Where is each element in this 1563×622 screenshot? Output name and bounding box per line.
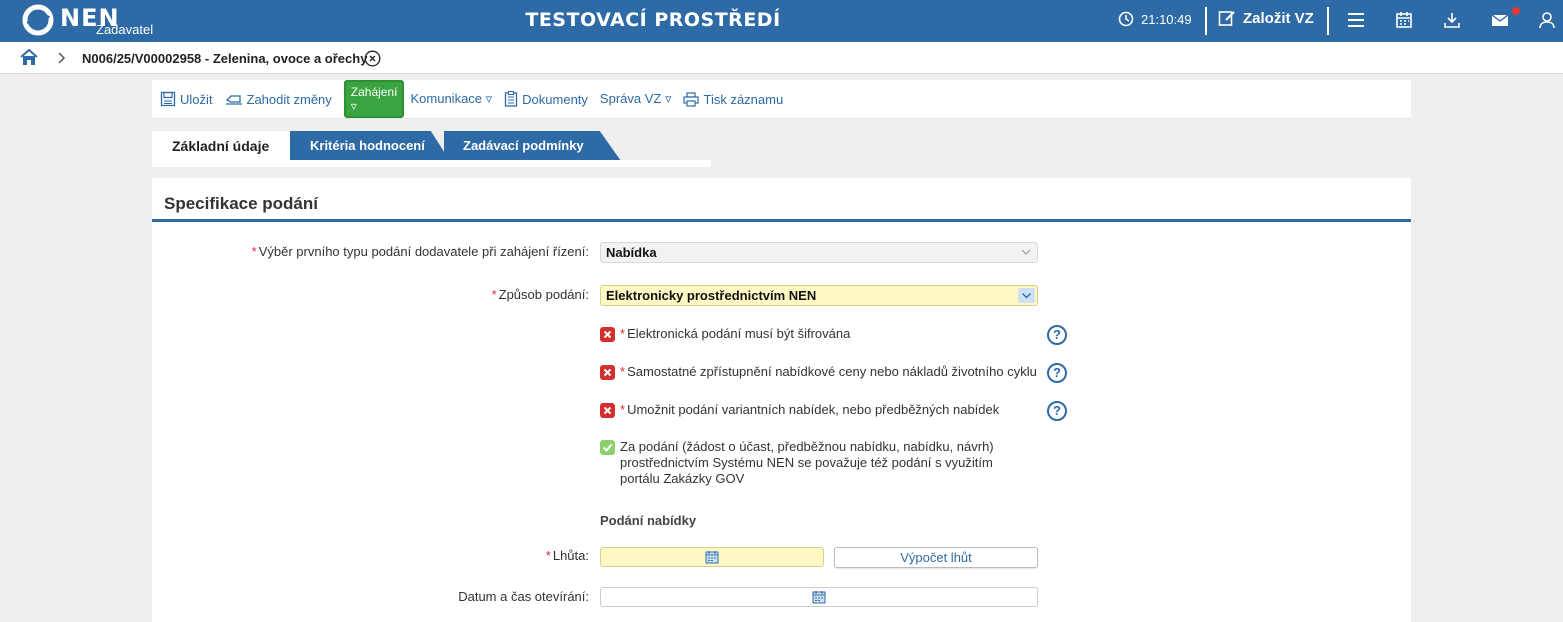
download-icon[interactable] [1443, 11, 1461, 29]
calendar-icon[interactable] [1395, 11, 1413, 29]
print-record-button[interactable]: Tisk záznamu [683, 92, 789, 107]
method-label-text: Způsob podání: [498, 287, 589, 302]
encrypted-submission-checkbox[interactable]: * Elektronická podání musí být šifrována [600, 326, 850, 342]
calculate-deadlines-button[interactable]: Výpočet lhůt [834, 547, 1038, 568]
start-procedure-button[interactable]: Zahájení ▿ [343, 80, 405, 118]
tab-award-conditions[interactable]: Zadávací podmínky [444, 131, 621, 161]
variant-offers-label: Umožnit podání variantních nabídek, nebo… [627, 402, 1000, 417]
header-divider [1327, 7, 1329, 35]
gov-portal-checkbox[interactable]: Za podání (žádost o účast, předběžnou na… [600, 439, 1030, 487]
required-mark: * [251, 244, 257, 259]
subsection-title: Podání nabídky [600, 513, 697, 528]
separate-price-checkbox[interactable]: * Samostatné zpřístupnění nabídkové ceny… [600, 364, 1037, 380]
document-icon [505, 91, 518, 107]
help-icon[interactable]: ? [1047, 325, 1067, 345]
help-icon[interactable]: ? [1047, 363, 1067, 383]
documents-button[interactable]: Dokumenty [504, 91, 594, 107]
deadline-label-text: Lhůta: [552, 548, 589, 563]
unchecked-x-icon [600, 365, 615, 380]
first-type-label: * Výběr prvního typu podání dodavatele př… [252, 244, 589, 259]
first-type-select[interactable]: Nabídka [600, 242, 1038, 263]
required-mark: * [545, 548, 551, 563]
save-label: Uložit [180, 91, 213, 107]
gov-portal-label: Za podání (žádost o účast, předběžnou na… [620, 439, 994, 486]
menu-icon[interactable] [1347, 11, 1365, 29]
required-mark: * [620, 364, 626, 379]
session-clock: 21:10:49 [1118, 11, 1192, 27]
communication-label: Komunikace ▿ [410, 91, 493, 106]
opening-label: Datum a čas otevírání: [458, 589, 589, 604]
print-label: Tisk záznamu [703, 91, 784, 107]
toolbar-background [710, 80, 1411, 119]
home-icon[interactable] [20, 49, 38, 66]
separate-price-label: Samostatné zpřístupnění nabídkové ceny n… [627, 364, 1037, 379]
communication-menu[interactable]: Komunikace ▿ [410, 91, 498, 107]
tab-content-strip [152, 160, 711, 167]
clock-time: 21:10:49 [1141, 11, 1192, 27]
manage-label: Správa VZ ▿ [599, 91, 672, 106]
create-contract-label: Založit VZ [1243, 9, 1314, 27]
first-type-value: Nabídka [606, 245, 657, 260]
close-icon[interactable] [364, 50, 381, 67]
unchecked-x-icon [600, 327, 615, 342]
mail-icon[interactable] [1491, 11, 1509, 29]
chevron-right-icon [58, 52, 66, 64]
user-icon[interactable] [1538, 11, 1556, 29]
top-header: NEN Zadavatel TESTOVACÍ PROSTŘEDÍ 21:10:… [0, 0, 1563, 42]
calendar-icon[interactable] [705, 550, 719, 564]
method-label: * Způsob podání: [492, 287, 589, 302]
panel-divider [152, 219, 1411, 222]
panel-title: Specifikace podání [164, 194, 318, 213]
deadline-input[interactable] [600, 547, 824, 567]
encrypted-submission-label: Elektronická podání musí být šifrována [627, 326, 851, 341]
deadline-label: * Lhůta: [546, 548, 589, 563]
printer-icon [683, 91, 700, 107]
help-icon[interactable]: ? [1047, 401, 1067, 421]
create-contract-button[interactable]: Založit VZ [1218, 9, 1314, 27]
opening-datetime-input[interactable] [600, 587, 1038, 607]
breadcrumb-current[interactable]: N006/25/V00002958 - Zelenina, ovoce a oř… [82, 51, 367, 66]
discard-label: Zahodit změny [246, 91, 332, 107]
required-mark: * [491, 287, 497, 302]
calendar-icon[interactable] [812, 590, 826, 604]
tab-basic-info[interactable]: Základní údaje [152, 131, 292, 161]
save-button[interactable]: Uložit [160, 91, 219, 107]
required-mark: * [620, 402, 626, 417]
method-select[interactable]: Elektronicky prostřednictvím NEN [600, 285, 1038, 306]
clock-icon [1118, 11, 1134, 27]
variant-offers-checkbox[interactable]: * Umožnit podání variantních nabídek, ne… [600, 402, 999, 418]
notification-badge [1512, 7, 1520, 15]
environment-title: TESTOVACÍ PROSTŘEDÍ [525, 9, 781, 31]
required-mark: * [620, 326, 626, 341]
chevron-down-icon [1022, 293, 1031, 299]
save-icon [160, 91, 176, 107]
method-value: Elektronicky prostřednictvím NEN [606, 288, 817, 303]
action-toolbar: Uložit Zahodit změny Zahájení ▿ Komunika… [152, 80, 783, 119]
header-divider [1205, 7, 1207, 35]
tab-evaluation-criteria[interactable]: Kritéria hodnocení [290, 131, 450, 161]
edit-icon [1218, 11, 1235, 26]
dropdown-button[interactable] [1018, 288, 1035, 303]
chevron-down-icon [1021, 249, 1031, 255]
discard-changes-button[interactable]: Zahodit změny [225, 92, 338, 107]
first-type-label-text: Výběr prvního typu podání dodavatele při… [258, 244, 589, 259]
discard-icon [225, 95, 242, 105]
manage-menu[interactable]: Správa VZ ▿ [600, 91, 678, 107]
documents-label: Dokumenty [522, 91, 588, 107]
breadcrumb: N006/25/V00002958 - Zelenina, ovoce a oř… [0, 42, 1563, 74]
unchecked-x-icon [600, 403, 615, 418]
checked-icon [600, 440, 615, 455]
